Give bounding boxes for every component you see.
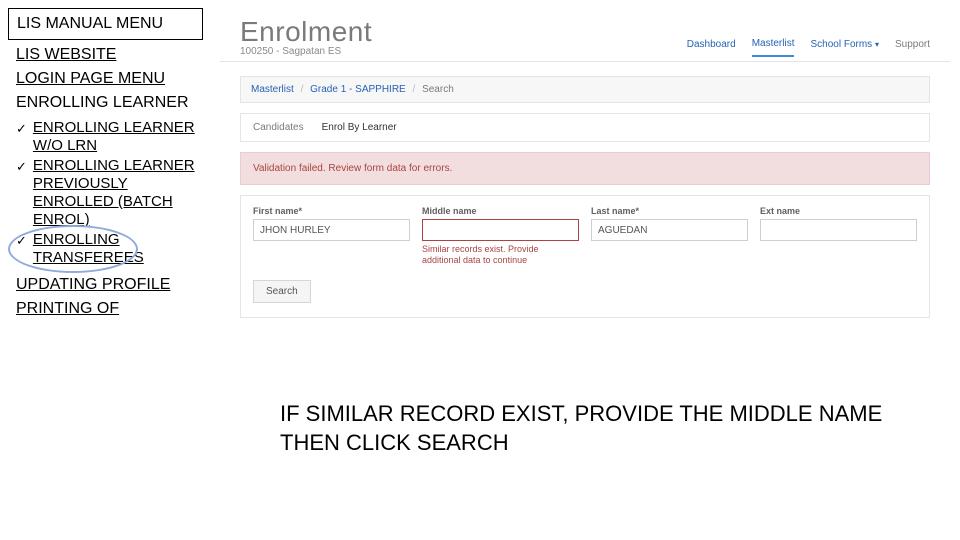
chevron-down-icon: ▾ bbox=[875, 40, 879, 49]
nav-sub-batch[interactable]: ✓ ENROLLING LEARNER PREVIOUSLY ENROLLED … bbox=[12, 156, 203, 230]
crumb-masterlist[interactable]: Masterlist bbox=[251, 84, 294, 95]
nav-sublist: ✓ ENROLLING LEARNER W/O LRN ✓ ENROLLING … bbox=[8, 118, 203, 268]
topnav-support[interactable]: Support bbox=[895, 39, 930, 56]
field-ext-name: Ext name bbox=[760, 206, 917, 266]
check-icon: ✓ bbox=[16, 121, 27, 137]
middle-name-input[interactable] bbox=[422, 219, 579, 241]
nav-login-menu[interactable]: LOGIN PAGE MENU bbox=[8, 68, 203, 90]
nav-sub-transferees-label[interactable]: ENROLLING TRANSFEREES bbox=[33, 231, 199, 267]
app-header: Enrolment 100250 - Sagpatan ES Dashboard… bbox=[220, 8, 950, 62]
crumb-search: Search bbox=[422, 84, 454, 95]
nav-sub-transferees[interactable]: ✓ ENROLLING TRANSFEREES bbox=[12, 230, 203, 268]
nav-sub-wo-lrn-label[interactable]: ENROLLING LEARNER W/O LRN bbox=[33, 119, 199, 155]
tab-card: Candidates Enrol By Learner bbox=[240, 113, 930, 142]
nav-sub-batch-label[interactable]: ENROLLING LEARNER PREVIOUSLY ENROLLED (B… bbox=[33, 157, 199, 229]
nav-enrolling-learner: ENROLLING LEARNER bbox=[8, 92, 203, 114]
middle-name-error: Similar records exist. Provide additiona… bbox=[422, 244, 579, 266]
search-form: First name* Middle name Similar records … bbox=[240, 195, 930, 318]
breadcrumb: Masterlist / Grade 1 - SAPPHIRE / Search bbox=[240, 76, 930, 103]
search-button[interactable]: Search bbox=[253, 280, 311, 303]
nav-website[interactable]: LIS WEBSITE bbox=[8, 44, 203, 66]
page-title: Enrolment bbox=[240, 16, 372, 48]
topnav-masterlist[interactable]: Masterlist bbox=[752, 38, 795, 57]
topnav-schoolforms[interactable]: School Forms ▾ bbox=[810, 39, 878, 56]
error-banner: Validation failed. Review form data for … bbox=[240, 152, 930, 185]
field-middle-name: Middle name Similar records exist. Provi… bbox=[422, 206, 579, 266]
ext-name-input[interactable] bbox=[760, 219, 917, 241]
nav-manual-menu[interactable]: LIS MANUAL MENU bbox=[8, 8, 203, 40]
crumb-grade[interactable]: Grade 1 - SAPPHIRE bbox=[310, 84, 406, 95]
nav-updating-profile[interactable]: UPDATING PROFILE bbox=[8, 274, 203, 296]
tab-enrol-by-learner[interactable]: Enrol By Learner bbox=[322, 122, 397, 133]
check-icon: ✓ bbox=[16, 159, 27, 175]
topnav-dashboard[interactable]: Dashboard bbox=[687, 39, 736, 56]
nav-printing[interactable]: PRINTING OF bbox=[8, 298, 203, 320]
tab-candidates[interactable]: Candidates bbox=[253, 122, 304, 133]
middle-name-label: Middle name bbox=[422, 206, 579, 216]
nav-sub-wo-lrn[interactable]: ✓ ENROLLING LEARNER W/O LRN bbox=[12, 118, 203, 156]
crumb-sep: / bbox=[301, 84, 304, 95]
check-icon: ✓ bbox=[16, 233, 27, 249]
first-name-label: First name* bbox=[253, 206, 410, 216]
first-name-input[interactable] bbox=[253, 219, 410, 241]
crumb-sep: / bbox=[413, 84, 416, 95]
top-nav: Dashboard Masterlist School Forms ▾ Supp… bbox=[687, 38, 930, 57]
slide-caption: IF SIMILAR RECORD EXIST, PROVIDE THE MID… bbox=[280, 400, 910, 457]
screenshot-panel: Enrolment 100250 - Sagpatan ES Dashboard… bbox=[220, 8, 950, 378]
field-first-name: First name* bbox=[253, 206, 410, 266]
last-name-label: Last name* bbox=[591, 206, 748, 216]
left-nav: LIS MANUAL MENU LIS WEBSITE LOGIN PAGE M… bbox=[8, 8, 203, 322]
field-last-name: Last name* bbox=[591, 206, 748, 266]
ext-name-label: Ext name bbox=[760, 206, 917, 216]
last-name-input[interactable] bbox=[591, 219, 748, 241]
